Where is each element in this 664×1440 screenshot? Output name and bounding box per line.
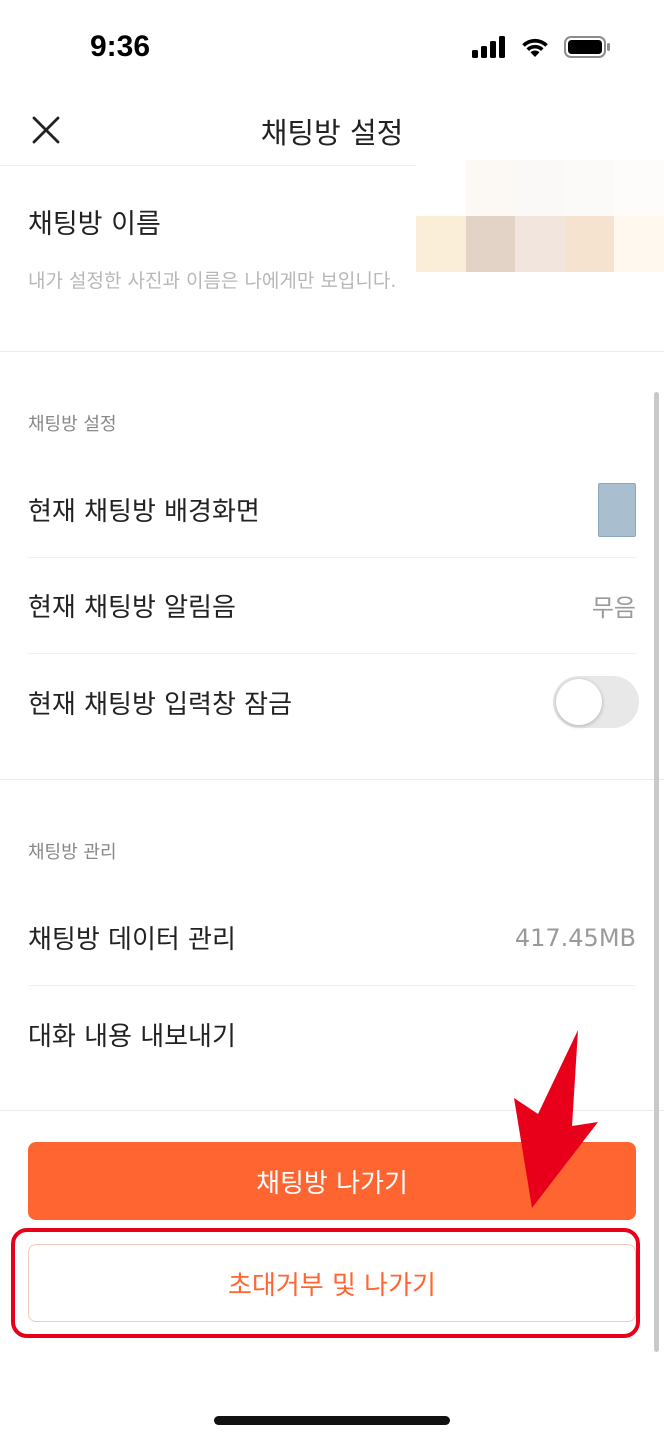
section-label-manage: 채팅방 관리 (28, 842, 117, 863)
thumbnail-tile (614, 160, 664, 216)
status-bar: 9:36 (0, 0, 664, 100)
nav-bar: 채팅방 설정 (0, 100, 664, 166)
row-data-management[interactable]: 채팅방 데이터 관리 417.45MB (28, 890, 636, 986)
thumbnail-tile (614, 216, 664, 272)
thumbnail-tile (416, 216, 466, 272)
toggle-knob (556, 679, 602, 725)
row-input-lock-label: 현재 채팅방 입력창 잠금 (28, 689, 292, 720)
wifi-icon (522, 38, 548, 57)
thumbnail-tile (515, 160, 565, 216)
room-photo-thumbnail[interactable] (416, 160, 664, 272)
signal-icon (472, 36, 505, 58)
thumbnail-tile (416, 160, 466, 216)
room-name-note: 내가 설정한 사진과 이름은 나에게만 보입니다. (28, 270, 397, 292)
row-input-lock: 현재 채팅방 입력창 잠금 (28, 654, 639, 750)
thumbnail-tile (515, 216, 565, 272)
data-size-value: 417.45MB (514, 923, 636, 952)
notification-sound-value: 무음 (591, 594, 636, 622)
row-notification-label: 현재 채팅방 알림음 (28, 593, 236, 623)
thumbnail-tile (564, 160, 615, 216)
thumbnail-tile (465, 160, 516, 216)
background-preview-swatch (598, 482, 636, 537)
section-label-settings: 채팅방 설정 (28, 414, 117, 435)
status-time: 9:36 (90, 30, 151, 63)
room-name-label[interactable]: 채팅방 이름 (28, 202, 161, 241)
scrollbar[interactable] (654, 392, 659, 1352)
row-export-chat-label: 대화 내용 내보내기 (28, 1021, 236, 1052)
room-name-section: 채팅방 이름 내가 설정한 사진과 이름은 나에게만 보입니다. (0, 160, 664, 352)
leave-room-button[interactable]: 채팅방 나가기 (28, 1142, 636, 1220)
row-background-label: 현재 채팅방 배경화면 (28, 497, 260, 527)
row-data-management-label: 채팅방 데이터 관리 (28, 925, 236, 955)
section-divider (0, 779, 664, 780)
row-export-chat[interactable]: 대화 내용 내보내기 (28, 986, 636, 1082)
row-notification-sound[interactable]: 현재 채팅방 알림음 무음 (28, 558, 636, 654)
thumbnail-tile (564, 216, 615, 272)
thumbnail-tile (465, 216, 516, 272)
page-title: 채팅방 설정 (260, 116, 404, 150)
row-background[interactable]: 현재 채팅방 배경화면 (28, 462, 636, 558)
section-divider (0, 1110, 664, 1111)
battery-icon (564, 36, 610, 58)
home-indicator (214, 1416, 450, 1425)
decline-and-leave-button[interactable]: 초대거부 및 나가기 (28, 1244, 636, 1322)
status-icons (472, 36, 612, 58)
input-lock-toggle[interactable] (553, 676, 639, 728)
